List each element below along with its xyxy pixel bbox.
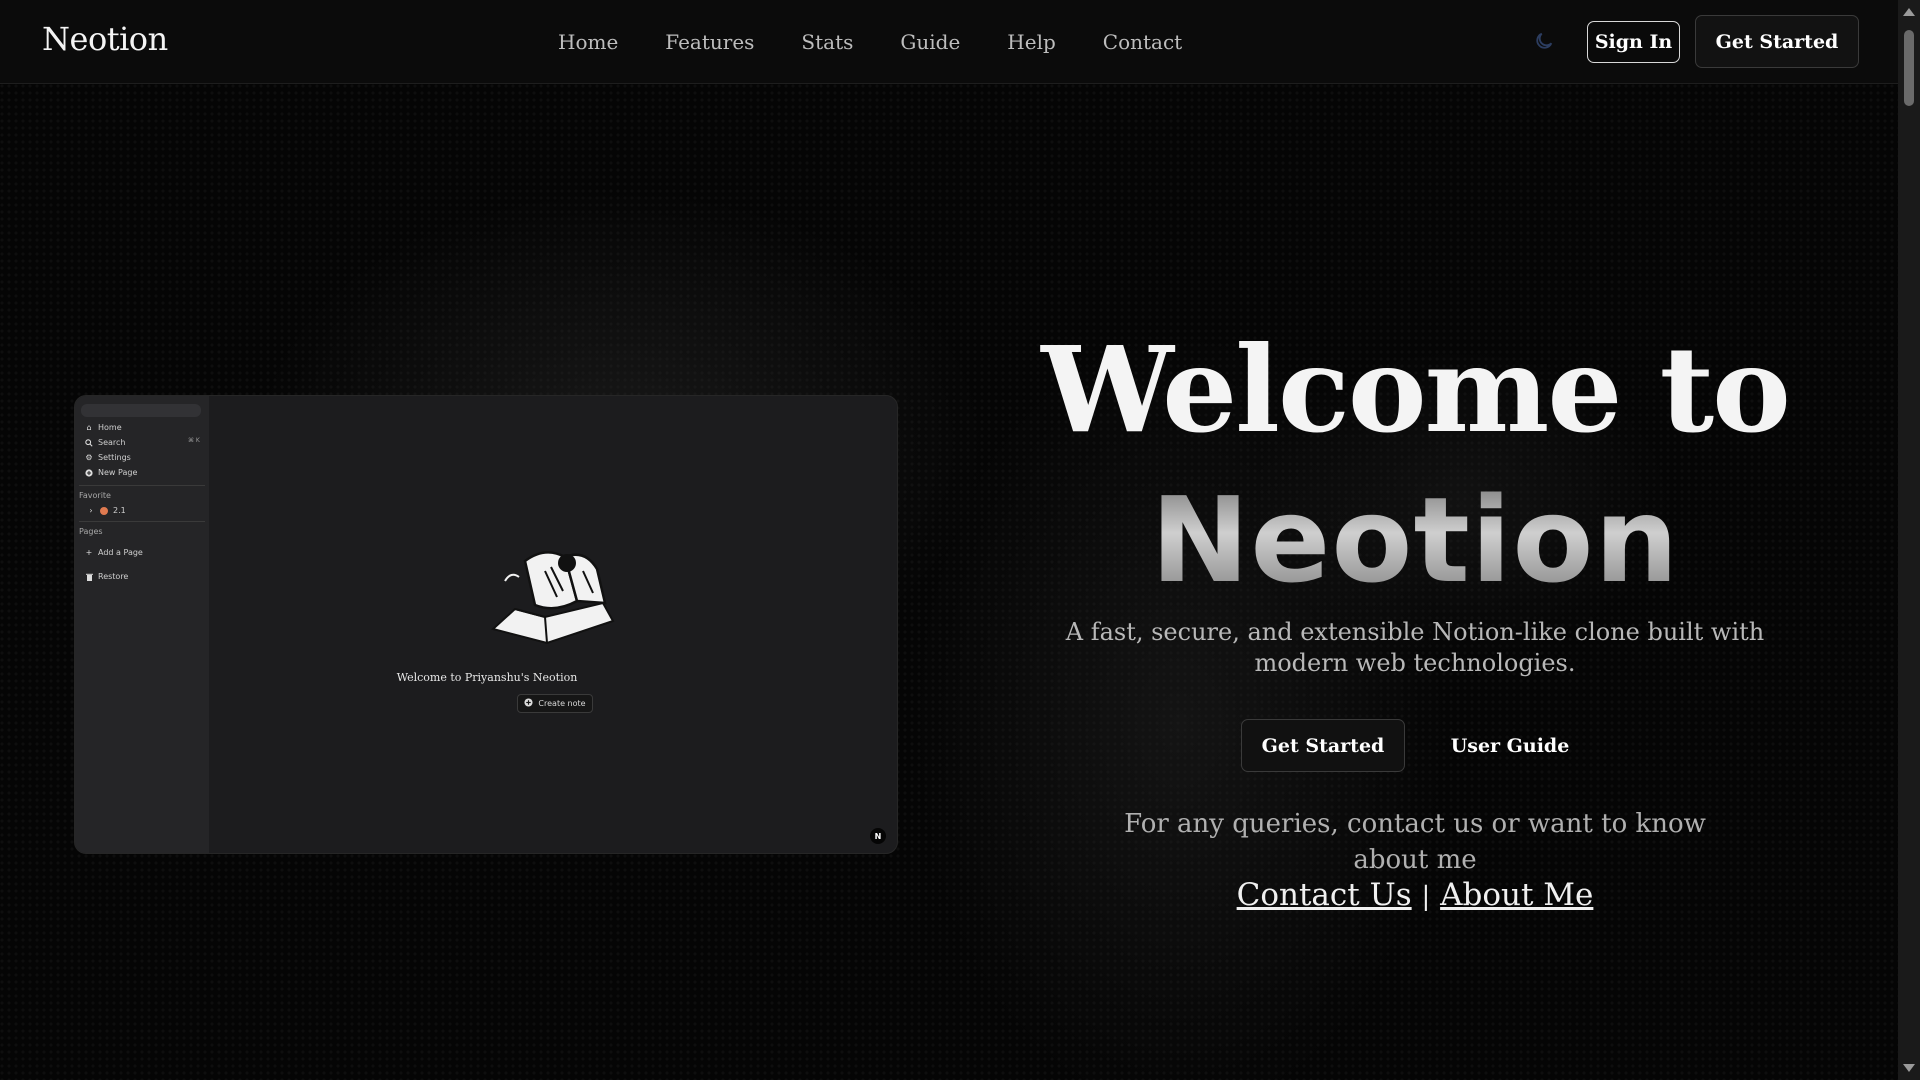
nav-links: Home Features Stats Guide Help Contact — [558, 0, 1229, 84]
preview-sidebar-item-search: Search — [85, 438, 125, 447]
contact-us-link[interactable]: Contact Us — [1237, 877, 1412, 913]
scroll-down-arrow-icon[interactable] — [1903, 1064, 1915, 1072]
nav-link-contact[interactable]: Contact — [1103, 30, 1182, 54]
nav-link-guide[interactable]: Guide — [900, 30, 960, 54]
preview-welcome-text: Welcome to Priyanshu's Neotion — [396, 671, 578, 684]
preview-sidebar-label: New Page — [98, 468, 138, 477]
hero-title-brand: Neotion — [1040, 470, 1790, 610]
preview-sidebar-item-home: ⌂ Home — [85, 422, 122, 432]
link-separator: | — [1421, 882, 1431, 912]
hero-get-started-button[interactable]: Get Started — [1241, 719, 1405, 772]
home-icon: ⌂ — [86, 422, 92, 432]
plus-circle-icon — [85, 468, 93, 477]
preview-sidebar-label: Home — [98, 423, 122, 432]
top-navbar: Neotion Home Features Stats Guide Help C… — [0, 0, 1898, 84]
brand-logo[interactable]: Neotion — [42, 20, 168, 58]
preview-divider — [79, 521, 205, 522]
nav-link-stats[interactable]: Stats — [801, 30, 853, 54]
preview-restore: Restore — [85, 572, 128, 581]
hero-query-text: For any queries, contact us or want to k… — [1124, 809, 1706, 875]
preview-sidebar: ⌂ Home Search ⌘ K ⚙ Settings New Page Fa… — [75, 396, 209, 853]
preview-restore-label: Restore — [98, 572, 129, 581]
preview-divider — [79, 485, 205, 486]
reading-person-illustration — [485, 541, 625, 655]
preview-user-bar — [81, 404, 201, 417]
preview-create-note-button: Create note — [517, 694, 593, 713]
preview-sidebar-label: Search — [98, 438, 126, 447]
emoji-icon — [100, 506, 108, 515]
nav-link-home[interactable]: Home — [558, 30, 618, 54]
vertical-scrollbar[interactable] — [1898, 0, 1920, 1080]
about-me-link[interactable]: About Me — [1440, 877, 1593, 913]
hero-contact-links: Contact Us | About Me — [1040, 877, 1790, 913]
preview-sidebar-item-settings: ⚙ Settings — [85, 452, 131, 462]
app-preview-screenshot: ⌂ Home Search ⌘ K ⚙ Settings New Page Fa… — [74, 395, 898, 854]
search-icon — [85, 438, 93, 447]
preview-favorite-item: › 2.1 — [87, 505, 126, 515]
preview-create-note-label: Create note — [538, 699, 586, 708]
search-shortcut: ⌘ K — [188, 437, 200, 444]
preview-add-page-label: Add a Page — [98, 548, 143, 557]
nav-link-features[interactable]: Features — [665, 30, 754, 54]
chevron-right-icon: › — [89, 505, 93, 515]
hero-subtitle: A fast, secure, and extensible Notion-li… — [1065, 618, 1765, 677]
hero-title-line1: Welcome to — [1041, 320, 1791, 459]
preview-favorite-heading: Favorite — [79, 491, 111, 500]
preview-n-badge: N — [870, 828, 886, 844]
preview-pages-heading: Pages — [79, 527, 103, 536]
moon-icon[interactable] — [1532, 30, 1556, 54]
hero-user-guide-button[interactable]: User Guide — [1420, 719, 1600, 772]
gear-icon: ⚙ — [85, 452, 93, 462]
preview-sidebar-label: Settings — [98, 453, 131, 462]
scrollbar-thumb[interactable] — [1904, 30, 1914, 106]
preview-sidebar-item-new-page: New Page — [85, 468, 137, 477]
nav-link-help[interactable]: Help — [1007, 30, 1055, 54]
preview-add-page: + Add a Page — [85, 548, 143, 557]
sign-in-button[interactable]: Sign In — [1587, 21, 1680, 63]
scroll-up-arrow-icon[interactable] — [1903, 8, 1915, 16]
plus-icon: + — [85, 547, 93, 557]
plus-circle-icon — [524, 698, 533, 709]
preview-favorite-label: 2.1 — [113, 506, 126, 515]
trash-icon — [85, 573, 93, 581]
nav-get-started-button[interactable]: Get Started — [1695, 15, 1859, 68]
